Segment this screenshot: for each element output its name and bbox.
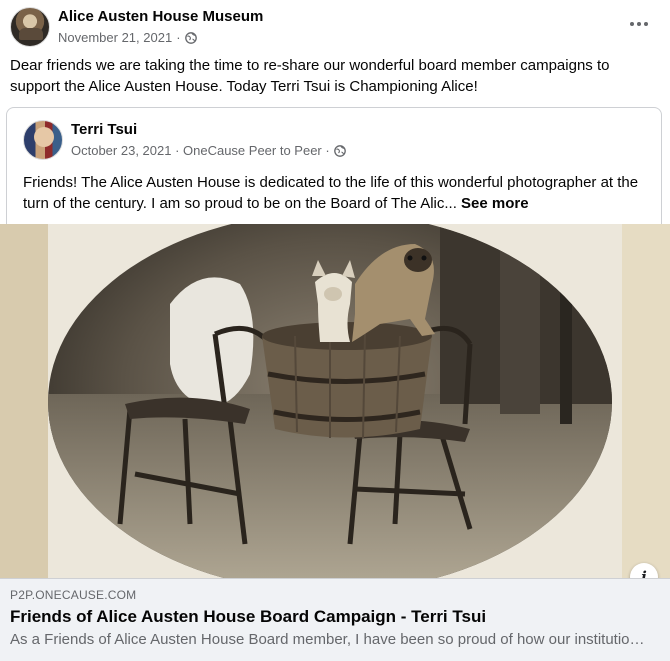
meta-separator: ·: [176, 30, 181, 45]
post-meta: November 21, 2021 ·: [58, 30, 197, 45]
feed-post: Alice Austen House Museum November 21, 2…: [0, 0, 670, 661]
link-preview-image[interactable]: [0, 224, 670, 578]
page-avatar[interactable]: [10, 7, 50, 47]
shared-post-meta: October 23, 2021 · OneCause Peer to Peer…: [71, 143, 346, 158]
globe-icon: [184, 31, 197, 44]
more-options-icon[interactable]: [628, 14, 650, 34]
link-preview[interactable]: P2P.ONECAUSE.COM Friends of Alice Austen…: [0, 578, 670, 661]
shared-author-avatar[interactable]: [23, 120, 63, 160]
shared-post-date[interactable]: October 23, 2021 · OneCause Peer to Peer…: [71, 143, 330, 158]
link-title[interactable]: Friends of Alice Austen House Board Camp…: [10, 607, 486, 627]
link-domain: P2P.ONECAUSE.COM: [10, 588, 137, 602]
shared-post-body: Friends! The Alice Austen House is dedic…: [23, 174, 639, 212]
shared-author-name[interactable]: Terri Tsui: [71, 121, 137, 138]
post-text: Dear friends we are taking the time to r…: [10, 57, 610, 95]
shared-post-card: Terri Tsui October 23, 2021 · OneCause P…: [6, 107, 662, 227]
page-name-link[interactable]: Alice Austen House Museum: [58, 8, 263, 25]
globe-icon: [333, 144, 346, 157]
link-description: As a Friends of Alice Austen House Board…: [10, 631, 650, 648]
see-more-link[interactable]: See more: [461, 195, 529, 212]
shared-post-text: Friends! The Alice Austen House is dedic…: [23, 172, 653, 214]
post-date[interactable]: November 21, 2021: [58, 30, 172, 45]
vintage-dogs-photo: [0, 224, 670, 578]
